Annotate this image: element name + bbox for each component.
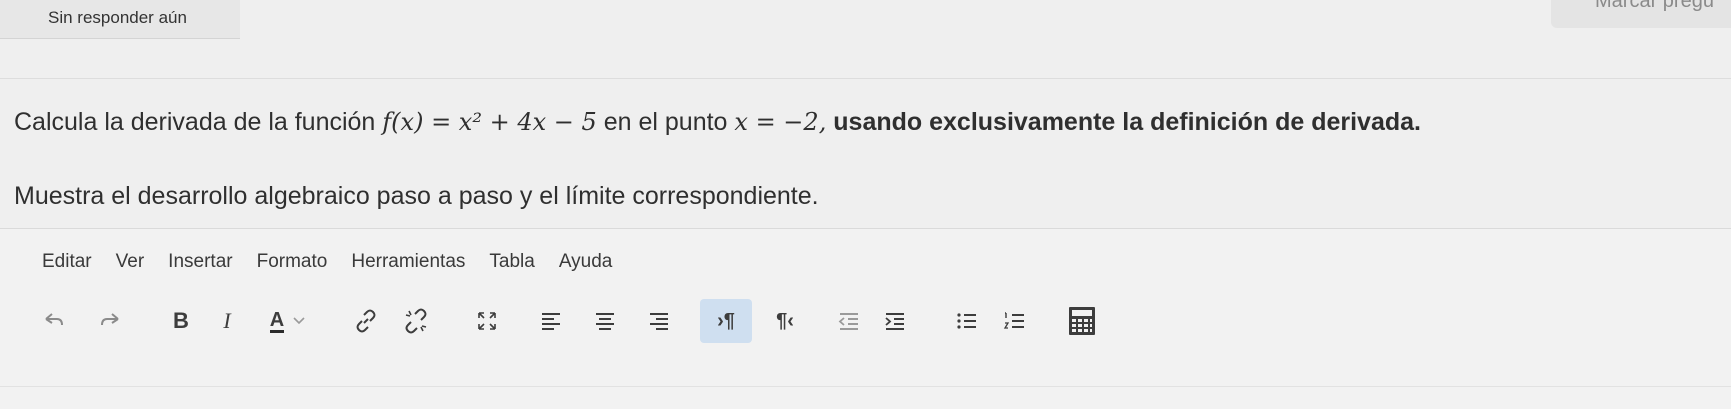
equation-editor-button[interactable] [1062,299,1102,343]
align-left-button[interactable] [534,299,568,343]
rtl-direction-button[interactable]: ¶‹ [762,299,808,343]
menu-formato[interactable]: Formato [257,251,328,273]
redo-icon [101,313,119,326]
align-center-icon [596,313,614,330]
chevron-down-icon [293,317,305,325]
redo-button[interactable] [90,299,130,343]
divider [0,78,1731,79]
calculator-icon [1069,307,1095,335]
undo-button[interactable] [34,299,74,343]
unlink-icon [405,308,427,334]
menu-editar[interactable]: Editar [42,251,92,273]
ltr-direction-button[interactable]: ›¶ [700,299,752,343]
fullscreen-icon [478,312,496,330]
outdent-icon [838,313,858,330]
align-left-icon [542,313,560,330]
numbered-list-button[interactable] [998,299,1032,343]
point-expression: x = −2, [734,108,827,136]
question-instruction: Muestra el desarrollo algebraico paso a … [14,182,819,210]
menu-ver[interactable]: Ver [116,251,145,273]
status-text: Sin responder aún [48,8,187,27]
menu-insertar[interactable]: Insertar [168,251,232,273]
bullet-list-icon [957,313,976,329]
answer-editor: Editar Ver Insertar Formato Herramientas… [0,228,1731,409]
remove-link-button[interactable] [396,299,436,343]
editor-toolbar: B I A ›¶ ¶‹ [0,299,1731,353]
flag-question-label: Marcar pregu [1595,0,1714,12]
indent-button[interactable] [878,299,912,343]
font-color-label: A [269,308,285,333]
question-mid: en el punto [603,108,728,136]
insert-link-button[interactable] [346,299,386,343]
align-right-button[interactable] [642,299,676,343]
menu-ayuda[interactable]: Ayuda [559,251,613,273]
bullet-list-button[interactable] [950,299,984,343]
editor-menubar: Editar Ver Insertar Formato Herramientas… [42,251,636,273]
question-bold: usando exclusivamente la definición de d… [833,108,1421,136]
outdent-button[interactable] [832,299,866,343]
question-intro: Calcula la derivada de la función [14,108,376,136]
menu-tabla[interactable]: Tabla [489,251,534,273]
fullscreen-button[interactable] [470,299,504,343]
function-expression: f(x) = x² + 4x − 5 [382,108,597,136]
question-text: Calcula la derivada de la función f(x) =… [14,108,1421,137]
undo-icon [45,313,63,326]
align-center-button[interactable] [588,299,622,343]
bold-button[interactable]: B [166,299,196,343]
link-icon [356,309,376,333]
align-right-icon [650,313,668,330]
question-status: Sin responder aún [0,0,240,39]
flag-question-button[interactable]: Marcar pregu [1551,0,1731,28]
numbered-list-icon [1003,312,1024,329]
menu-herramientas[interactable]: Herramientas [351,251,465,273]
font-color-button[interactable]: A [258,299,318,343]
toolbar-divider [0,386,1731,387]
indent-icon [885,313,904,330]
italic-button[interactable]: I [212,299,242,343]
